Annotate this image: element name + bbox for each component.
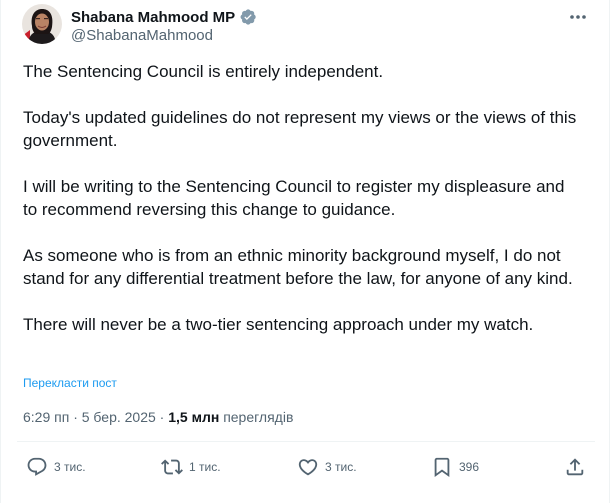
meta-separator: · xyxy=(155,409,169,425)
retweet-icon xyxy=(161,459,183,475)
author-display-name[interactable]: Shabana Mahmood MP xyxy=(71,9,235,26)
heart-icon xyxy=(298,459,318,476)
verified-badge-icon[interactable] xyxy=(239,8,257,26)
avatar-photo-icon xyxy=(22,4,62,44)
tweet-paragraph: As someone who is from an ethnic minorit… xyxy=(23,246,573,288)
avatar[interactable] xyxy=(22,4,62,44)
divider xyxy=(17,441,595,442)
views-label: переглядів xyxy=(223,409,294,425)
like-count: 3 тис. xyxy=(325,460,357,474)
share-button[interactable] xyxy=(564,456,586,478)
tweet-paragraph: I will be writing to the Sentencing Coun… xyxy=(23,177,565,219)
reply-button[interactable]: 3 тис. xyxy=(26,456,86,478)
author-name-row: Shabana Mahmood MP xyxy=(71,8,257,26)
retweet-button[interactable]: 1 тис. xyxy=(161,456,221,478)
reply-icon xyxy=(27,457,47,476)
tweet-paragraph: The Sentencing Council is entirely indep… xyxy=(23,62,384,81)
reply-count: 3 тис. xyxy=(54,460,86,474)
tweet-metadata: 6:29 пп · 5 бер. 2025 · 1,5 млн перегляд… xyxy=(23,409,293,425)
tweet-card: Shabana Mahmood MP @ShabanaMahmood The S… xyxy=(0,0,610,503)
like-button[interactable]: 3 тис. xyxy=(297,456,357,478)
tweet-paragraph: There will never be a two-tier sentencin… xyxy=(23,315,534,334)
more-options-icon[interactable] xyxy=(567,6,589,28)
bookmark-button[interactable]: 396 xyxy=(431,456,479,478)
bookmark-count: 396 xyxy=(459,460,480,474)
retweet-count: 1 тис. xyxy=(189,460,221,474)
tweet-paragraph: Today's updated guidelines do not repres… xyxy=(23,108,577,150)
share-icon xyxy=(566,458,584,476)
translate-post-link[interactable]: Перекласти пост xyxy=(23,376,117,390)
bookmark-icon xyxy=(434,457,450,478)
views-count[interactable]: 1,5 млн xyxy=(168,409,219,425)
tweet-text: The Sentencing Council is entirely indep… xyxy=(23,60,583,336)
author-handle[interactable]: @ShabanaMahmood xyxy=(71,27,213,44)
tweet-timestamp[interactable]: 6:29 пп · 5 бер. 2025 xyxy=(23,409,156,425)
